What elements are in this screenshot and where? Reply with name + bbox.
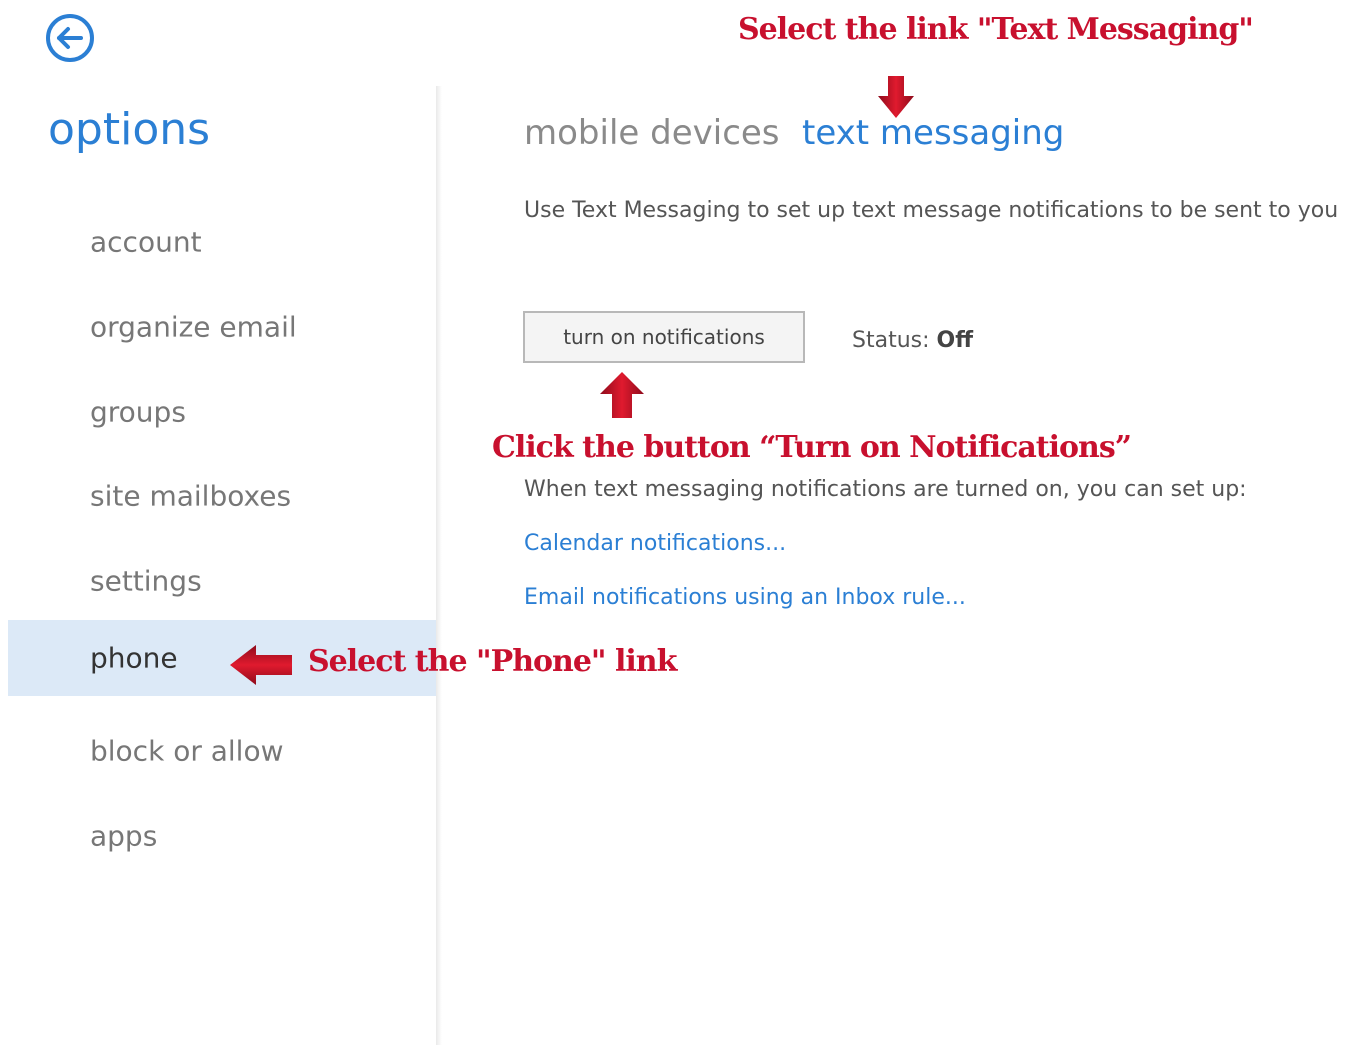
annotation-select-text-messaging: Select the link "Text Messaging" [738, 12, 1254, 47]
red-arrow-down-icon [878, 76, 914, 118]
notifications-info-text: When text messaging notifications are tu… [524, 477, 1247, 502]
tab-text-messaging[interactable]: text messaging [802, 113, 1064, 153]
nav-item-organize-email[interactable]: organize email [8, 289, 436, 365]
nav-item-label: settings [90, 564, 202, 598]
nav-item-label: groups [90, 395, 186, 429]
nav-item-label: account [90, 225, 202, 259]
nav-item-block-or-allow[interactable]: block or allow [8, 713, 436, 789]
nav-item-label: apps [90, 819, 158, 853]
tab-mobile-devices[interactable]: mobile devices [524, 113, 780, 153]
nav-item-label: site mailboxes [90, 479, 292, 513]
nav-item-site-mailboxes[interactable]: site mailboxes [8, 458, 436, 534]
nav-item-label: organize email [90, 310, 297, 344]
back-arrow-circle-icon [46, 14, 94, 62]
nav-divider [436, 86, 442, 1045]
nav-item-settings[interactable]: settings [8, 543, 436, 619]
description-text: Use Text Messaging to set up text messag… [524, 198, 1339, 223]
red-arrow-up-icon [600, 372, 644, 418]
annotation-select-phone: Select the "Phone" link [308, 644, 677, 679]
status-label: Status: [852, 328, 937, 353]
back-button[interactable] [44, 12, 96, 64]
nav-item-label: block or allow [90, 734, 284, 768]
status-value: Off [936, 328, 974, 353]
status-indicator: Status: Off [852, 328, 973, 353]
email-notifications-link[interactable]: Email notifications using an Inbox rule.… [524, 585, 966, 610]
red-arrow-left-icon [230, 645, 292, 685]
calendar-notifications-link[interactable]: Calendar notifications... [524, 531, 786, 556]
nav-item-label: phone [90, 641, 178, 675]
page-title: options [48, 104, 211, 155]
options-page: options account organize email groups si… [0, 0, 1352, 1045]
turn-on-notifications-button[interactable]: turn on notifications [523, 311, 805, 363]
annotation-click-turn-on-notifications: Click the button “Turn on Notifications” [492, 430, 1132, 465]
nav-item-apps[interactable]: apps [8, 798, 436, 874]
nav-item-groups[interactable]: groups [8, 374, 436, 450]
nav-item-account[interactable]: account [8, 204, 436, 280]
